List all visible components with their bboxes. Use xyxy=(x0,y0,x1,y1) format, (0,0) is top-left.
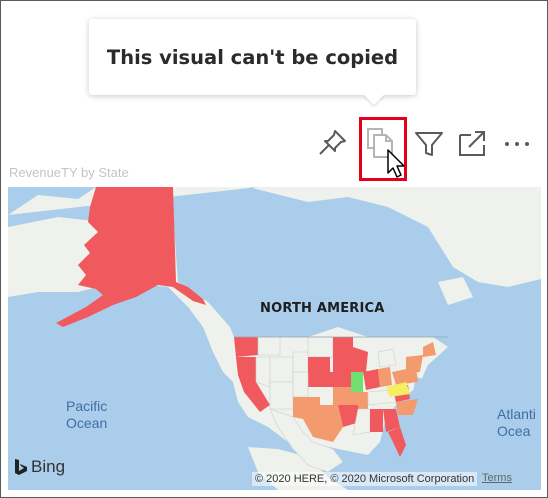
bing-text: Bing xyxy=(31,457,66,476)
tooltip: This visual can't be copied xyxy=(89,19,416,95)
more-options-icon[interactable] xyxy=(501,125,533,161)
ocean-label-atlantic: Atlanti Ocea xyxy=(497,406,536,440)
pin-icon[interactable] xyxy=(317,125,349,161)
ocean-label-pacific-line2: Ocean xyxy=(66,415,108,431)
ocean-label-atlantic-line1: Atlanti xyxy=(497,406,536,422)
region-label: NORTH AMERICA xyxy=(260,301,385,316)
terms-link[interactable]: Terms xyxy=(482,472,512,484)
focus-mode-icon[interactable] xyxy=(457,125,489,161)
visual-title: RevenueTY by State xyxy=(9,165,129,180)
bing-icon xyxy=(15,459,27,475)
tooltip-arrow xyxy=(363,94,385,105)
bing-logo: Bing xyxy=(14,457,65,477)
ocean-label-atlantic-line2: Ocea xyxy=(497,423,531,439)
map-canvas xyxy=(8,187,541,490)
map-visual[interactable]: NORTH AMERICA Pacific Ocean Atlanti Ocea… xyxy=(8,187,541,490)
tooltip-text: This visual can't be copied xyxy=(106,45,399,69)
filter-icon[interactable] xyxy=(413,125,445,161)
ocean-label-pacific: Pacific Ocean xyxy=(66,398,107,432)
visual-container: This visual can't be copied RevenueTY by… xyxy=(0,0,548,498)
map-copyright: © 2020 HERE, © 2020 Microsoft Corporatio… xyxy=(252,472,478,486)
ocean-label-pacific-line1: Pacific xyxy=(66,398,108,414)
mouse-cursor-icon xyxy=(386,149,408,186)
